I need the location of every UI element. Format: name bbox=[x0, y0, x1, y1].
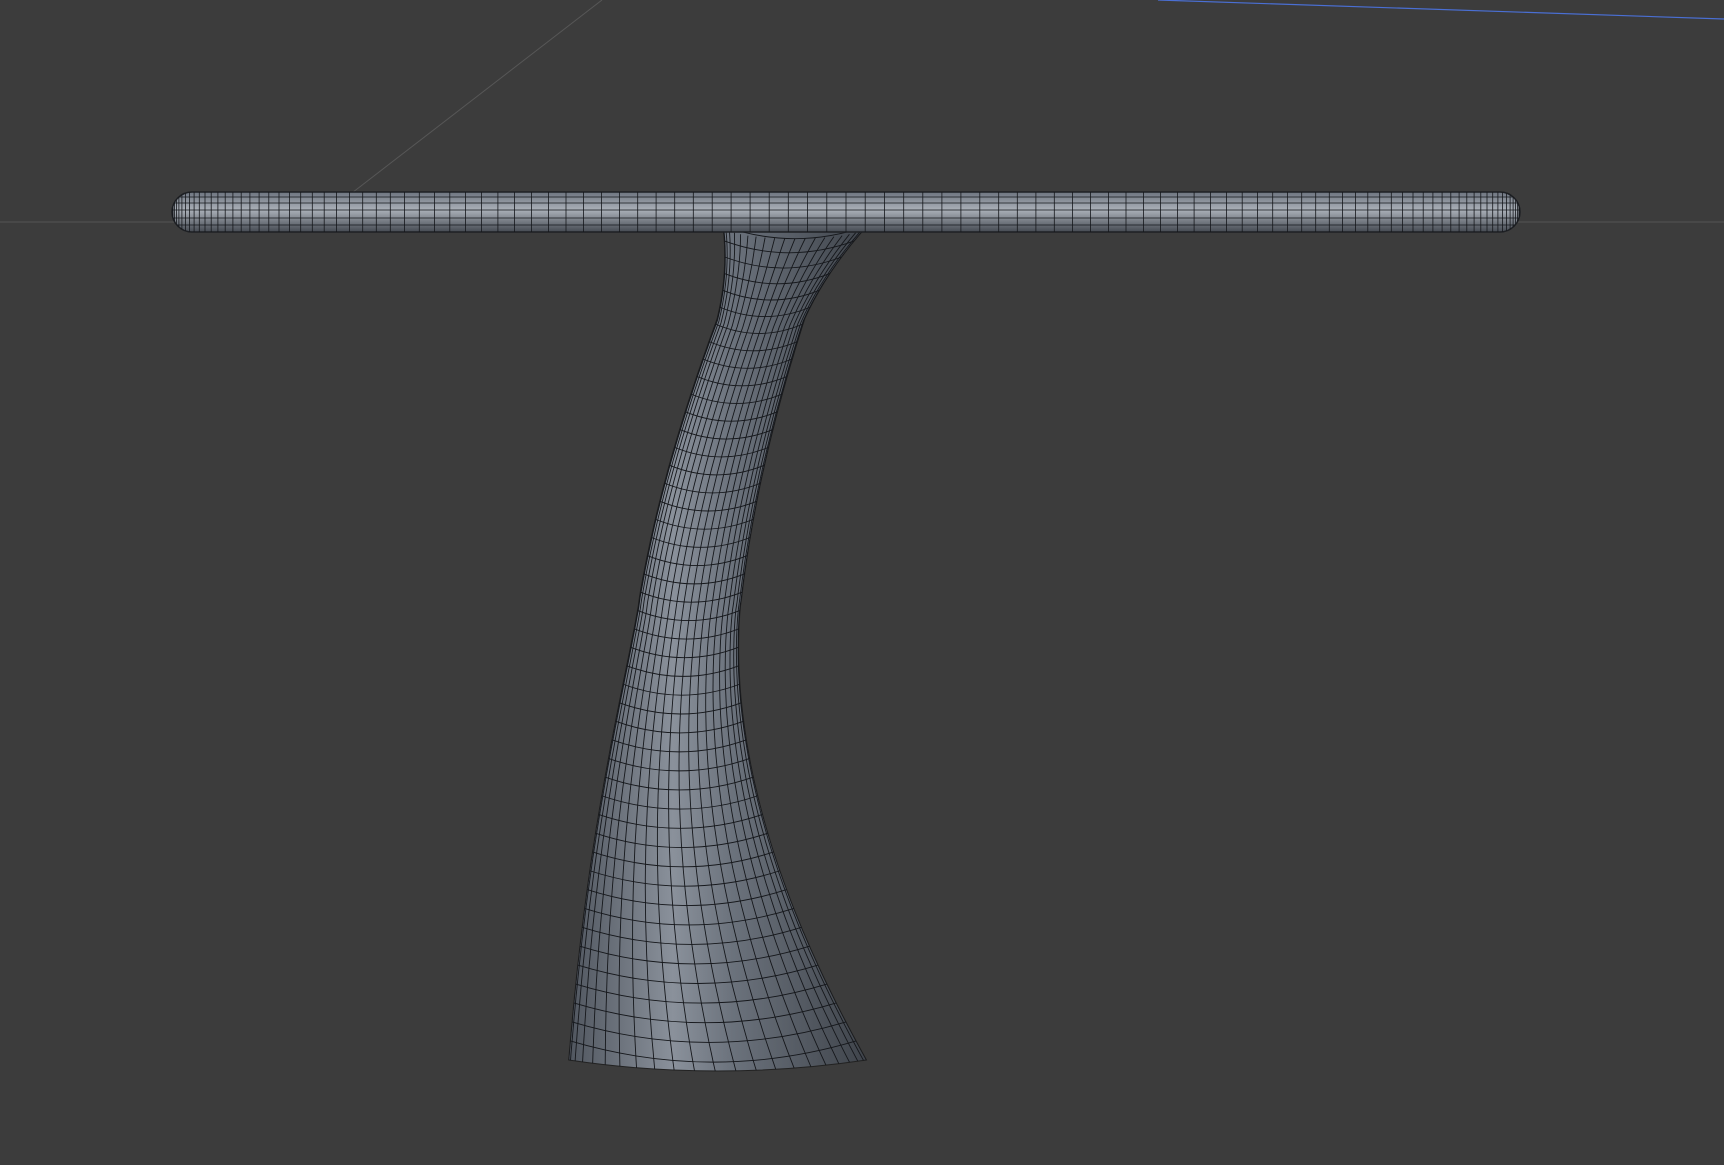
pedestal-table-mesh[interactable] bbox=[171, 191, 1521, 1082]
viewport-canvas[interactable] bbox=[0, 0, 1724, 1165]
table-stem[interactable] bbox=[568, 225, 869, 1082]
grid-diagonal-line bbox=[347, 0, 603, 197]
table-top[interactable] bbox=[171, 191, 1521, 233]
3d-viewport[interactable] bbox=[0, 0, 1724, 1165]
axis-line-blue bbox=[1157, 0, 1724, 20]
